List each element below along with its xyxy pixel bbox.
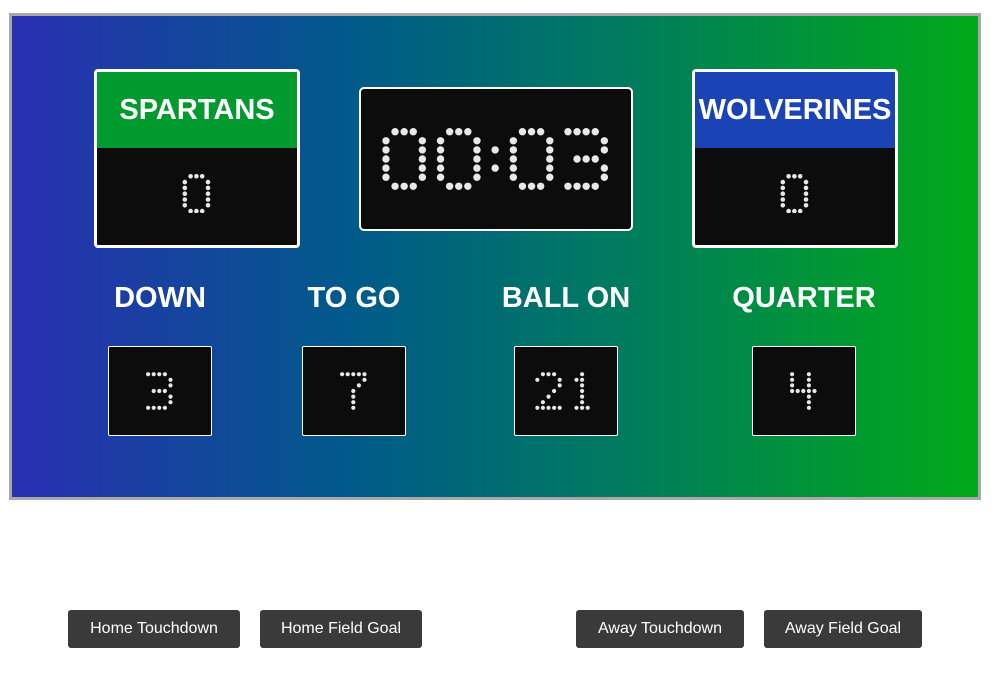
ball-on-value-box <box>514 346 618 436</box>
away-score-display <box>780 174 809 214</box>
ball-on-label: BALL ON <box>501 282 631 314</box>
away-touchdown-button[interactable]: Away Touchdown <box>576 610 744 648</box>
to-go-label: TO GO <box>307 282 401 314</box>
home-score-display <box>182 174 211 214</box>
game-clock <box>359 87 633 231</box>
down-value <box>146 372 173 410</box>
home-field-goal-button[interactable]: Home Field Goal <box>260 610 422 648</box>
down-label: DOWN <box>114 282 206 314</box>
away-field-goal-button[interactable]: Away Field Goal <box>764 610 922 648</box>
away-team-name: WOLVERINES <box>695 72 895 148</box>
away-score <box>695 148 895 245</box>
away-team-panel: WOLVERINES <box>692 69 898 248</box>
quarter-value-box <box>752 346 856 436</box>
to-go-value-box <box>302 346 406 436</box>
to-go-value <box>340 372 367 410</box>
down-value-box <box>108 346 212 436</box>
game-clock-display <box>382 128 609 190</box>
home-touchdown-button[interactable]: Home Touchdown <box>68 610 240 648</box>
home-team-panel: SPARTANS <box>94 69 300 248</box>
quarter-label: QUARTER <box>732 282 876 314</box>
home-score <box>97 148 297 245</box>
quarter-value <box>790 372 817 410</box>
scoreboard: SPARTANS WOLVERINES DOWN TO GO BALL ON Q… <box>9 13 981 500</box>
home-team-name: SPARTANS <box>97 72 297 148</box>
ball-on-value <box>535 372 590 410</box>
